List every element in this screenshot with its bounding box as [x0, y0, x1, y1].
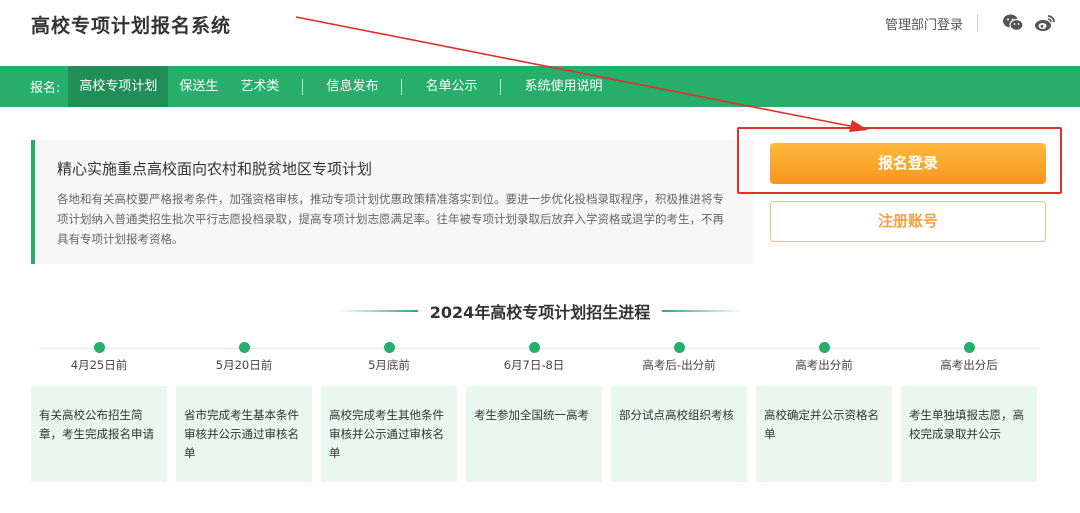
stage-date: 高考出分前: [795, 358, 853, 372]
timeline-dot: [384, 342, 395, 353]
wechat-icon[interactable]: [1002, 12, 1024, 34]
timeline-stage: 6月7日-8日 考生参加全国统一高考: [466, 342, 602, 482]
header-divider: [977, 14, 978, 32]
stage-date: 4月25日前: [70, 358, 128, 372]
timeline-stage: 4月25日前 有关高校公布招生简章，考生完成报名申请: [31, 342, 167, 482]
stage-card: 高校完成考生其他条件审核并公示通过审核名单: [321, 386, 457, 482]
weibo-icon[interactable]: [1034, 12, 1056, 34]
timeline-dot: [964, 342, 975, 353]
admin-login-link[interactable]: 管理部门登录: [885, 14, 963, 33]
stage-card: 有关高校公布招生简章，考生完成报名申请: [31, 386, 167, 482]
title-decoration-right: [662, 310, 743, 312]
intro-text: 各地和有关高校要严格报考条件，加强资格审核，推动专项计划优惠政策精准落实到位。要…: [57, 192, 724, 246]
intro-title: 精心实施重点高校面向农村和脱贫地区专项计划: [57, 160, 373, 178]
timeline: 4月25日前 有关高校公布招生简章，考生完成报名申请 5月20日前 省市完成考生…: [31, 342, 1071, 487]
nav-item-arts[interactable]: 艺术类: [229, 66, 290, 107]
timeline-stage: 5月20日前 省市完成考生基本条件审核并公示通过审核名单: [176, 342, 312, 482]
progress-title: 2024年高校专项计划招生进程: [429, 303, 651, 322]
stage-date: 5月20日前: [215, 358, 273, 372]
nav-prefix: 报名:: [30, 81, 61, 96]
stage-date: 高考后-出分前: [642, 358, 716, 372]
timeline-stage: 高考后-出分前 部分试点高校组织考核: [611, 342, 747, 482]
stage-date: 高考出分后: [940, 358, 998, 372]
title-decoration-left: [337, 310, 418, 312]
header: 高校专项计划报名系统 管理部门登录: [0, 0, 1080, 66]
header-right: 管理部门登录: [885, 12, 1056, 34]
nav-item-publicity[interactable]: 名单公示: [414, 66, 488, 107]
timeline-dot: [819, 342, 830, 353]
timeline-stage: 高考出分前 高校确定并公示资格名单: [756, 342, 892, 482]
main-navbar: 报名: 高校专项计划 保送生 艺术类 信息发布 名单公示 系统使用说明: [0, 66, 1080, 107]
login-button[interactable]: 报名登录: [770, 143, 1046, 184]
nav-item-special-plan[interactable]: 高校专项计划: [68, 66, 169, 107]
timeline-dot: [94, 342, 105, 353]
stage-card: 部分试点高校组织考核: [611, 386, 747, 482]
stage-card: 省市完成考生基本条件审核并公示通过审核名单: [176, 386, 312, 482]
nav-divider: [302, 78, 304, 95]
stage-card: 高校确定并公示资格名单: [756, 386, 892, 482]
stage-date: 5月底前: [368, 358, 410, 372]
stage-date: 6月7日-8日: [503, 358, 565, 372]
timeline-dot: [529, 342, 540, 353]
intro-panel: 精心实施重点高校面向农村和脱贫地区专项计划 各地和有关高校要严格报考条件，加强资…: [31, 140, 754, 264]
nav-divider: [401, 78, 403, 95]
nav-item-manual[interactable]: 系统使用说明: [513, 66, 613, 107]
site-title[interactable]: 高校专项计划报名系统: [31, 11, 231, 38]
nav-divider: [500, 78, 502, 95]
nav-item-recommended[interactable]: 保送生: [168, 66, 229, 107]
timeline-stage: 高考出分后 考生单独填报志愿，高校完成录取并公示: [901, 342, 1037, 482]
stage-card: 考生参加全国统一高考: [466, 386, 602, 482]
timeline-dot: [674, 342, 685, 353]
stage-card: 考生单独填报志愿，高校完成录取并公示: [901, 386, 1037, 482]
progress-heading: 2024年高校专项计划招生进程: [330, 297, 750, 325]
register-button[interactable]: 注册账号: [770, 201, 1046, 242]
timeline-stage: 5月底前 高校完成考生其他条件审核并公示通过审核名单: [321, 342, 457, 482]
nav-item-news[interactable]: 信息发布: [315, 66, 389, 107]
timeline-dot: [239, 342, 250, 353]
